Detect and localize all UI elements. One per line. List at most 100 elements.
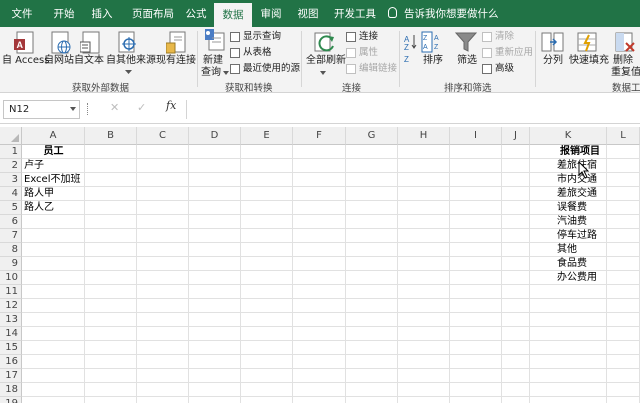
cell[interactable]: 市内交通 xyxy=(557,173,597,187)
row-header-1[interactable]: 1 xyxy=(0,145,22,159)
filter-funnel-icon xyxy=(455,32,477,52)
row-header-6[interactable]: 6 xyxy=(0,215,22,229)
row-header-14[interactable]: 14 xyxy=(0,327,22,341)
show-queries-button[interactable]: 显示查询 xyxy=(230,31,281,43)
column-header-a[interactable]: A xyxy=(22,127,85,145)
tab-file[interactable]: 文件 xyxy=(2,0,42,27)
cell[interactable]: 其他 xyxy=(557,243,577,257)
properties-button[interactable]: 属性 xyxy=(346,47,378,59)
tab-page-layout[interactable]: 页面布局 xyxy=(124,0,182,27)
row-header-15[interactable]: 15 xyxy=(0,341,22,355)
reapply-button[interactable]: 重新应用 xyxy=(482,47,533,59)
name-box[interactable]: N12 xyxy=(3,100,80,119)
group-label-sort-filter: 排序和筛选 xyxy=(444,83,492,94)
row-header-3[interactable]: 3 xyxy=(0,173,22,187)
connections-button[interactable]: 连接 xyxy=(346,31,378,43)
column-gridline xyxy=(136,145,137,403)
cell[interactable]: 差旅住宿 xyxy=(557,159,597,173)
recent-sources-button[interactable]: 最近使用的源 xyxy=(230,63,300,75)
cell[interactable]: 卢子 xyxy=(24,159,44,173)
column-gridline xyxy=(84,145,85,403)
confirm-entry-button[interactable]: ✓ xyxy=(137,101,146,114)
remove-duplicates-label-2[interactable]: 重复值 xyxy=(611,67,640,79)
column-header-g[interactable]: G xyxy=(346,127,398,145)
column-header-c[interactable]: C xyxy=(137,127,189,145)
from-table-button[interactable]: 从表格 xyxy=(230,47,272,59)
column-header-d[interactable]: D xyxy=(189,127,241,145)
cell[interactable]: 汽油费 xyxy=(557,215,587,229)
row-header-18[interactable]: 18 xyxy=(0,383,22,397)
tab-developer[interactable]: 开发工具 xyxy=(330,0,380,27)
chevron-down-icon xyxy=(320,71,326,75)
from-other-sources-button[interactable]: 自其他来源 xyxy=(106,55,156,67)
column-header-h[interactable]: H xyxy=(398,127,450,145)
tab-view[interactable]: 视图 xyxy=(290,0,326,27)
cell[interactable]: 办公费用 xyxy=(557,271,597,285)
filter-button[interactable]: 筛选 xyxy=(457,55,477,67)
insert-function-button[interactable]: fx xyxy=(166,99,176,112)
tab-review[interactable]: 审阅 xyxy=(252,0,290,27)
cell[interactable]: 食品费 xyxy=(557,257,587,271)
sort-button[interactable]: 排序 xyxy=(423,55,443,67)
text-file-icon xyxy=(80,31,100,54)
formula-bar-grip[interactable] xyxy=(87,103,90,115)
row-header-13[interactable]: 13 xyxy=(0,313,22,327)
column-header-b[interactable]: B xyxy=(85,127,137,145)
row-header-10[interactable]: 10 xyxy=(0,271,22,285)
cell[interactable]: 路人乙 xyxy=(24,201,54,215)
flash-fill-button[interactable]: 快速填充 xyxy=(569,55,609,67)
cell[interactable]: 停车过路 xyxy=(557,229,597,243)
column-header-i[interactable]: I xyxy=(450,127,502,145)
formula-input[interactable] xyxy=(186,100,640,119)
from-access-button[interactable]: 自 Access xyxy=(2,55,49,67)
select-all-button[interactable] xyxy=(0,127,22,145)
new-query-label-2[interactable]: 查询 xyxy=(201,67,221,79)
from-web-button[interactable]: 自网站 xyxy=(44,55,74,67)
tab-insert[interactable]: 插入 xyxy=(82,0,122,27)
cell[interactable]: 员工 xyxy=(22,145,85,159)
cell[interactable]: 报销项目 xyxy=(548,145,612,159)
tab-data[interactable]: 数据 xyxy=(214,3,252,27)
advanced-filter-button[interactable]: 高级 xyxy=(482,63,514,75)
edit-links-button[interactable]: 编辑链接 xyxy=(346,63,397,75)
cancel-entry-button[interactable]: ✕ xyxy=(110,101,119,114)
text-to-columns-button[interactable]: 分列 xyxy=(543,55,563,67)
row-header-7[interactable]: 7 xyxy=(0,229,22,243)
column-gridline xyxy=(606,145,607,403)
row-header-8[interactable]: 8 xyxy=(0,243,22,257)
tab-home[interactable]: 开始 xyxy=(44,0,84,27)
cell[interactable]: 误餐费 xyxy=(557,201,587,215)
worksheet-grid[interactable]: ABCDEFGHIJKL 1 2 3 4 5 6 7 8 9 10 11 12 13 14 15 16 17 18… xyxy=(0,124,640,403)
from-text-button[interactable]: 自文本 xyxy=(74,55,104,67)
row-header-9[interactable]: 9 xyxy=(0,257,22,271)
column-header-l[interactable]: L xyxy=(607,127,640,145)
sort-icon: Z A A Z xyxy=(421,31,439,53)
tell-me-box[interactable]: 告诉我你想要做什么 xyxy=(388,0,499,27)
row-header-11[interactable]: 11 xyxy=(0,285,22,299)
row-header-12[interactable]: 12 xyxy=(0,299,22,313)
column-header-f[interactable]: F xyxy=(293,127,346,145)
column-header-k[interactable]: K xyxy=(530,127,607,145)
row-header-2[interactable]: 2 xyxy=(0,159,22,173)
table-icon xyxy=(230,32,240,42)
cell[interactable]: Excel不加班 xyxy=(24,173,81,187)
existing-connections-button[interactable]: 现有连接 xyxy=(156,55,196,67)
new-query-label-1[interactable]: 新建 xyxy=(203,55,223,67)
column-header-e[interactable]: E xyxy=(241,127,293,145)
cell[interactable]: 路人甲 xyxy=(24,187,54,201)
column-header-j[interactable]: J xyxy=(502,127,530,145)
ribbon-separator xyxy=(301,31,302,87)
row-header-4[interactable]: 4 xyxy=(0,187,22,201)
cell[interactable]: 差旅交通 xyxy=(557,187,597,201)
row-header-16[interactable]: 16 xyxy=(0,355,22,369)
row-gridline xyxy=(22,256,640,257)
row-header-19[interactable]: 19 xyxy=(0,397,22,403)
row-header-17[interactable]: 17 xyxy=(0,369,22,383)
clear-filter-button[interactable]: 清除 xyxy=(482,31,514,43)
refresh-all-button[interactable]: 全部刷新 xyxy=(306,55,346,67)
row-gridline xyxy=(22,270,640,271)
svg-text:A: A xyxy=(423,44,428,51)
tab-formulas[interactable]: 公式 xyxy=(178,0,214,27)
remove-duplicates-label-1[interactable]: 删除 xyxy=(613,55,633,67)
row-header-5[interactable]: 5 xyxy=(0,201,22,215)
